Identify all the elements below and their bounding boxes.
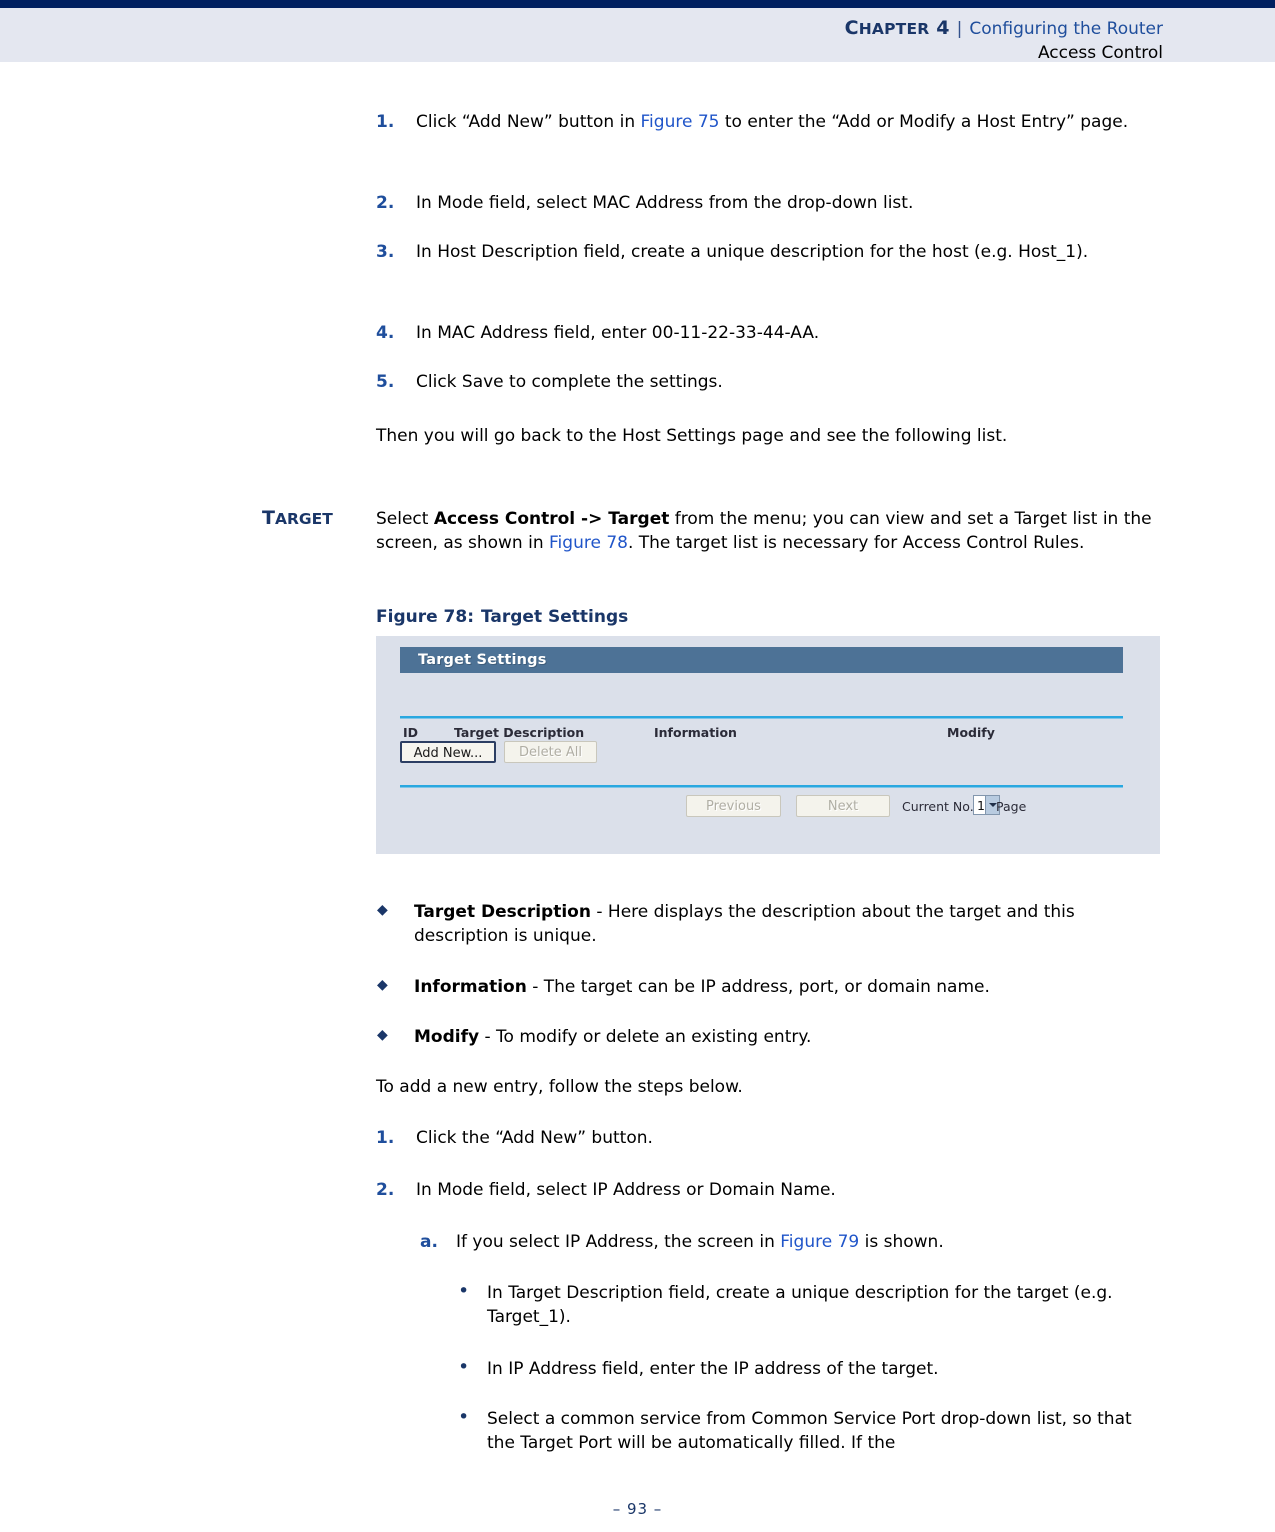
running-header-band: CHAPTER 4 | Configuring the Router Access … xyxy=(0,8,1275,64)
panel-divider-bottom xyxy=(400,785,1123,788)
margin-heading-initial: T xyxy=(262,507,275,529)
figure-link-75[interactable]: Figure 75 xyxy=(641,112,720,132)
running-header: CHAPTER 4 | Configuring the Router Access … xyxy=(845,16,1163,64)
margin-heading-target: TARGET xyxy=(262,507,374,529)
step-text-pre: Click “Add New” button in xyxy=(416,112,641,132)
then-paragraph: Then you will go back to the Host Settin… xyxy=(376,426,1008,446)
inner-bullet-text: In Target Description field, create a un… xyxy=(487,1283,1113,1328)
inner-bullet-item: • In Target Description field, create a u… xyxy=(455,1280,1155,1329)
field-term: Target Description xyxy=(414,902,591,922)
step-item: 1. Click the “Add New” button. xyxy=(376,1126,1166,1150)
step-number: 1. xyxy=(376,1128,395,1148)
intro-pre: Select xyxy=(376,509,434,529)
step-item: 1. Click “Add New” button in Figure 75 to… xyxy=(376,110,1166,134)
inner-bullet-item: • Select a common service from Common Ser… xyxy=(455,1406,1155,1455)
target-intro-paragraph: Select Access Control -> Target from the… xyxy=(376,507,1166,555)
add-entry-intro: To add a new entry, follow the steps bel… xyxy=(376,1077,743,1097)
diamond-bullet-icon: ◆ xyxy=(377,902,388,918)
step-item: 3. In Host Description field, create a un… xyxy=(376,240,1166,264)
intro-post: . The target list is necessary for Acces… xyxy=(627,533,1085,554)
step-item: 5. Click Save to complete the settings. xyxy=(376,370,1166,394)
header-top-rule xyxy=(0,0,1275,8)
current-page-value: 1 xyxy=(977,798,985,813)
inner-bullet-text: In IP Address field, enter the IP addres… xyxy=(487,1359,939,1379)
step-text: In Host Description field, create a uniq… xyxy=(416,242,1089,262)
chapter-label: CHAPTER 4 xyxy=(844,17,950,39)
add-new-button[interactable]: Add New... xyxy=(400,741,496,763)
previous-page-button[interactable]: Previous xyxy=(686,795,781,817)
margin-heading-rest: ARGET xyxy=(274,510,333,528)
figure-caption-label: Figure 78: xyxy=(376,607,474,627)
inner-bullet-text: Select a common service from Common Serv… xyxy=(487,1409,1132,1454)
delete-all-button[interactable]: Delete All xyxy=(504,741,597,763)
step-number: 2. xyxy=(376,1180,395,1200)
field-text: - To modify or delete an existing entry. xyxy=(479,1027,812,1047)
page-footer: – 93 – xyxy=(612,1500,663,1518)
field-term: Information xyxy=(414,977,527,997)
figure-link-78[interactable]: Figure 78 xyxy=(549,533,628,553)
step-text-post: to enter the “Add or Modify a Host Entry… xyxy=(719,112,1129,132)
step-number: 4. xyxy=(376,323,395,343)
intro-menu-path: Access Control -> Target xyxy=(433,509,670,529)
step-text: In Mode field, select MAC Address from t… xyxy=(416,193,914,213)
round-bullet-icon: • xyxy=(458,1280,470,1302)
header-chapter-title: Configuring the Router xyxy=(969,19,1163,39)
substep-text-pre: If you select IP Address, the screen in xyxy=(456,1232,781,1252)
column-header-modify: Modify xyxy=(947,725,995,740)
page-word-label: Page xyxy=(996,799,1027,814)
step-item: 4. In MAC Address field, enter 00-11-22-3… xyxy=(376,321,1166,345)
step-number: 2. xyxy=(376,193,395,213)
field-description-bullet: ◆ Information - The target can be IP addr… xyxy=(376,975,1166,999)
header-section-title: Access Control xyxy=(1037,42,1163,63)
substep-letter: a. xyxy=(420,1232,438,1252)
field-description-bullet: ◆ Modify - To modify or delete an existin… xyxy=(376,1025,1166,1049)
chapter-word-initial: C xyxy=(844,17,859,39)
chapter-word-rest: HAPTER xyxy=(858,20,930,38)
field-term: Modify xyxy=(414,1027,480,1047)
header-separator: | xyxy=(956,19,963,39)
field-text: - The target can be IP address, port, or… xyxy=(526,977,990,997)
chapter-number: 4 xyxy=(936,17,950,39)
step-text: In Mode field, select IP Address or Doma… xyxy=(416,1180,836,1200)
step-item: 2. In Mode field, select MAC Address from… xyxy=(376,191,1166,215)
step-number: 5. xyxy=(376,372,395,392)
diamond-bullet-icon: ◆ xyxy=(377,977,388,993)
substep-item: a. If you select IP Address, the screen i… xyxy=(420,1230,1166,1254)
step-number: 1. xyxy=(376,112,395,132)
step-text: Click the “Add New” button. xyxy=(416,1128,653,1148)
round-bullet-icon: • xyxy=(458,1406,470,1428)
column-header-information: Information xyxy=(654,725,737,740)
column-header-description: Target Description xyxy=(454,725,585,740)
diamond-bullet-icon: ◆ xyxy=(377,1027,388,1043)
panel-title: Target Settings xyxy=(418,652,547,668)
figure-target-settings-screenshot: Target Settings ID Target Description In… xyxy=(376,636,1160,854)
figure-caption-title: Target Settings xyxy=(481,607,629,627)
inner-bullet-item: • In IP Address field, enter the IP addre… xyxy=(455,1356,1155,1381)
next-page-button[interactable]: Next xyxy=(796,795,890,817)
step-number: 3. xyxy=(376,242,395,262)
step-text: Click Save to complete the settings. xyxy=(416,372,723,392)
column-header-id: ID xyxy=(403,725,419,740)
panel-divider-top xyxy=(400,716,1123,719)
figure-caption: Figure 78: Target Settings xyxy=(376,607,628,627)
substep-text-post: is shown. xyxy=(859,1232,944,1252)
step-text: In MAC Address field, enter 00-11-22-33-… xyxy=(416,323,820,343)
current-page-label: Current No. xyxy=(902,799,974,814)
panel-title-bar: Target Settings xyxy=(400,647,1123,673)
step-item: 2. In Mode field, select IP Address or Do… xyxy=(376,1178,1166,1202)
figure-link-79[interactable]: Figure 79 xyxy=(780,1232,859,1252)
field-description-bullet: ◆ Target Description - Here displays the … xyxy=(376,900,1166,948)
round-bullet-icon: • xyxy=(458,1356,470,1378)
